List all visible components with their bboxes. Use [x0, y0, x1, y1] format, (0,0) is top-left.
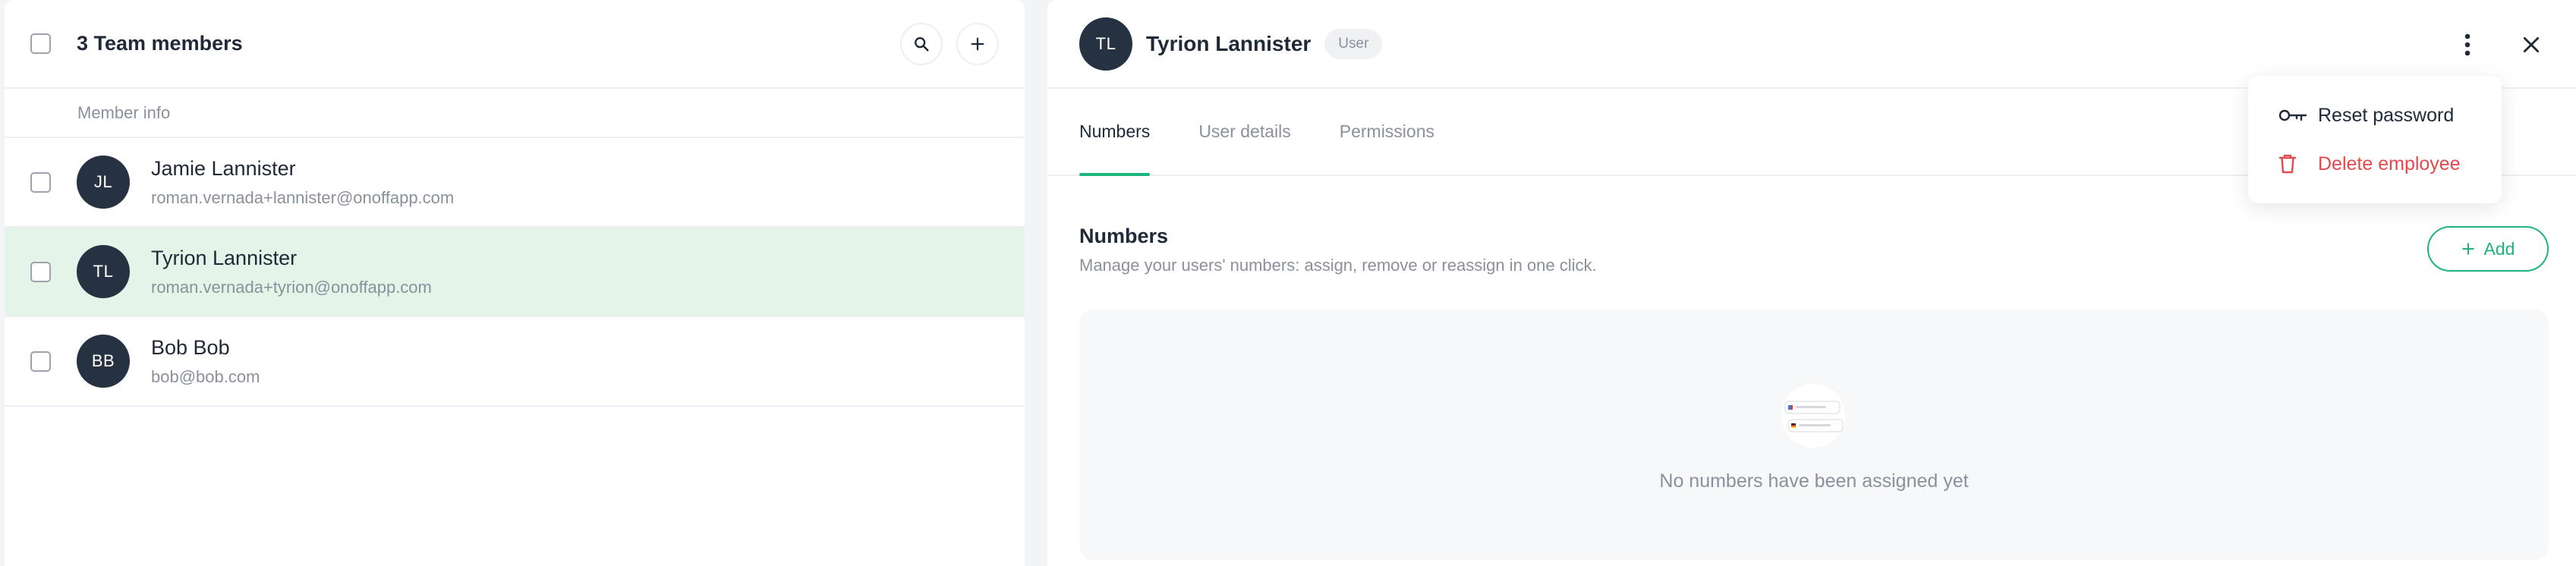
avatar: BB [77, 335, 130, 388]
empty-state-message: No numbers have been assigned yet [1659, 470, 1969, 492]
member-email: roman.vernada+tyrion@onoffapp.com [151, 277, 432, 297]
header-actions [2450, 27, 2549, 62]
close-icon [2523, 36, 2540, 53]
delete-employee-label: Delete employee [2318, 153, 2461, 175]
close-button[interactable] [2514, 27, 2549, 62]
member-email: roman.vernada+lannister@onoffapp.com [151, 187, 455, 207]
delete-employee-item[interactable]: Delete employee [2248, 140, 2502, 188]
detail-name: Tyrion Lannister [1146, 31, 1312, 55]
member-checkbox[interactable] [30, 261, 51, 282]
search-icon [915, 36, 929, 52]
options-dropdown: Reset password Delete employee [2248, 76, 2502, 203]
key-icon [2278, 104, 2307, 127]
empty-numbers-illustration [1781, 384, 1845, 448]
kebab-menu-icon [2464, 33, 2471, 56]
section-title: Numbers [1079, 225, 1169, 247]
team-members-panel: 3 Team members Member info JL Jamie Lann… [5, 0, 1025, 566]
member-row[interactable]: BB Bob Bob bob@bob.com [5, 317, 1025, 407]
member-info: Bob Bob bob@bob.com [151, 336, 260, 387]
member-email: bob@bob.com [151, 366, 260, 386]
more-options-button[interactable] [2450, 27, 2485, 62]
select-all-checkbox[interactable] [30, 33, 51, 54]
avatar: TL [77, 245, 130, 298]
add-member-button[interactable] [956, 22, 999, 65]
app: 3 Team members Member info JL Jamie Lann… [0, 0, 2576, 566]
plus-icon [2461, 243, 2474, 255]
plus-icon [971, 37, 984, 50]
team-members-header: 3 Team members [5, 0, 1025, 89]
tab-permissions[interactable]: Permissions [1340, 89, 1434, 175]
avatar: JL [77, 156, 130, 209]
reset-password-item[interactable]: Reset password [2248, 91, 2502, 140]
team-members-title: 3 Team members [77, 32, 243, 55]
search-button[interactable] [900, 22, 943, 65]
detail-avatar: TL [1079, 17, 1132, 71]
add-button-label: Add [2483, 238, 2515, 259]
member-info: Jamie Lannister roman.vernada+lannister@… [151, 157, 454, 208]
member-info: Tyrion Lannister roman.vernada+tyrion@on… [151, 247, 432, 297]
member-row[interactable]: JL Jamie Lannister roman.vernada+lannist… [5, 138, 1025, 228]
member-checkbox[interactable] [30, 171, 51, 193]
add-number-button[interactable]: Add [2427, 226, 2549, 272]
member-row-selected[interactable]: TL Tyrion Lannister roman.vernada+tyrion… [5, 228, 1025, 317]
reset-password-label: Reset password [2318, 104, 2455, 126]
tab-user-details[interactable]: User details [1198, 89, 1290, 175]
member-name: Bob Bob [151, 335, 230, 359]
tab-numbers[interactable]: Numbers [1079, 89, 1151, 176]
member-name: Jamie Lannister [151, 156, 296, 180]
empty-state: No numbers have been assigned yet [1079, 310, 2549, 560]
numbers-section-header: Numbers Manage your users' numbers: assi… [1079, 225, 1597, 275]
role-badge: User [1324, 28, 1383, 59]
column-header: Member info [5, 89, 1025, 138]
member-checkbox[interactable] [30, 351, 51, 372]
trash-icon [2278, 153, 2307, 175]
member-name: Tyrion Lannister [151, 246, 298, 269]
section-description: Manage your users' numbers: assign, remo… [1079, 256, 1597, 275]
